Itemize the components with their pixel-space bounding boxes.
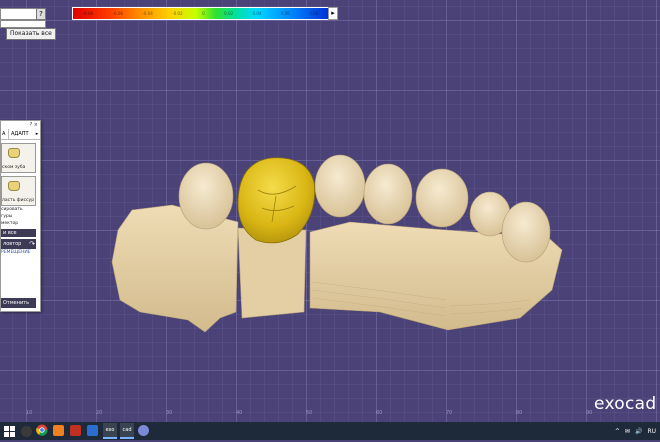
taskbar-rec-icon[interactable] [69, 424, 83, 438]
scale-tick: 0 [202, 11, 205, 16]
panel-tabs: А АДАПТ ▸ [1, 129, 40, 140]
scale-tick: -0.02 [172, 11, 183, 16]
option-line-1[interactable]: сировать [1, 206, 40, 213]
axis-label: 60 [376, 410, 383, 416]
taskbar-chrome-icon[interactable] [35, 424, 49, 438]
scale-tick: -0.06 [112, 11, 123, 16]
tooth-1[interactable] [178, 162, 234, 230]
dental-model[interactable] [0, 0, 660, 422]
taskbar-cad-app[interactable]: cad [120, 423, 134, 439]
repeat-button[interactable]: ловтор ↷ [1, 239, 36, 249]
tooth-4[interactable] [363, 163, 413, 225]
move-link[interactable]: РЕМЕЩЕНИЕ [1, 249, 40, 256]
tray-volume-icon[interactable]: 🔊 [635, 428, 642, 435]
tab-previous[interactable]: А [1, 129, 9, 139]
scale-expand-icon[interactable]: ▸ [328, 7, 338, 20]
tool-tooth-button[interactable]: ском зуба [1, 143, 36, 173]
tool-fissure-button[interactable]: ласть фиссур [1, 176, 36, 206]
show-all-panel-button[interactable]: и все [1, 229, 36, 237]
axis-label: 40 [236, 410, 243, 416]
scale-tick: 0.06 [280, 11, 290, 16]
windows-taskbar: exo cad ^ ✉ 🔊 RU [0, 422, 660, 440]
axis-label: 50 [306, 410, 313, 416]
top-value-button[interactable]: ? [36, 8, 46, 20]
tool-panel: ? × А АДАПТ ▸ ском зуба ласть фиссур сир… [0, 120, 41, 312]
axis-label: 70 [446, 410, 453, 416]
tool-fissure-label: ласть фиссур [2, 198, 35, 203]
axis-label: 30 [166, 410, 173, 416]
tab-adapt[interactable]: АДАПТ [9, 129, 34, 139]
redo-icon: ↷ [29, 240, 35, 248]
taskbar-blue-icon[interactable] [86, 424, 100, 438]
axis-label: 20 [96, 410, 103, 416]
repeat-label: ловтор [3, 241, 22, 247]
tray-chevron-icon[interactable]: ^ [615, 428, 620, 435]
exocad-logo: exocad [594, 394, 657, 414]
scale-tick: 0.08 [309, 11, 319, 16]
taskbar-orange-icon[interactable] [52, 424, 66, 438]
axis-label: 90 [586, 410, 593, 416]
option-line-3[interactable]: мектор [1, 220, 40, 227]
tooth-7[interactable] [501, 201, 551, 263]
windows-start-icon[interactable] [4, 425, 15, 437]
tool-tooth-label: ском зуба [2, 165, 26, 170]
tooth-icon [8, 148, 20, 158]
scale-tick: 0.02 [224, 11, 234, 16]
axis-label: 10 [26, 410, 33, 416]
tray-mail-icon[interactable]: ✉ [625, 428, 630, 435]
tab-next-icon[interactable]: ▸ [34, 129, 40, 139]
search-icon[interactable] [21, 425, 32, 437]
scale-tick: 0.04 [252, 11, 262, 16]
panel-header-controls[interactable]: ? × [1, 121, 40, 129]
taskbar-globe-icon[interactable] [137, 424, 151, 438]
scale-tick: -0.04 [142, 11, 153, 16]
cancel-button[interactable]: Отменить [1, 298, 36, 308]
top-value-input[interactable] [0, 8, 38, 20]
axis-label: 80 [516, 410, 523, 416]
taskbar-exo-app[interactable]: exo [103, 423, 117, 439]
tray-language[interactable]: RU [647, 428, 656, 435]
tooth-3[interactable] [314, 154, 366, 218]
tooth-5[interactable] [415, 168, 469, 228]
option-line-2[interactable]: гуры [1, 213, 40, 220]
system-tray: ^ ✉ 🔊 RU [615, 428, 660, 435]
top-second-input[interactable] [0, 20, 46, 28]
cad-viewport[interactable]: ? Показать все -0.08 -0.06 -0.04 -0.02 0… [0, 0, 660, 422]
distance-color-scale: -0.08 -0.06 -0.04 -0.02 0 0.02 0.04 0.06… [72, 7, 329, 20]
tooth-fissure-icon [8, 181, 20, 191]
scale-tick: -0.08 [82, 11, 94, 16]
show-all-button[interactable]: Показать все [6, 28, 56, 40]
